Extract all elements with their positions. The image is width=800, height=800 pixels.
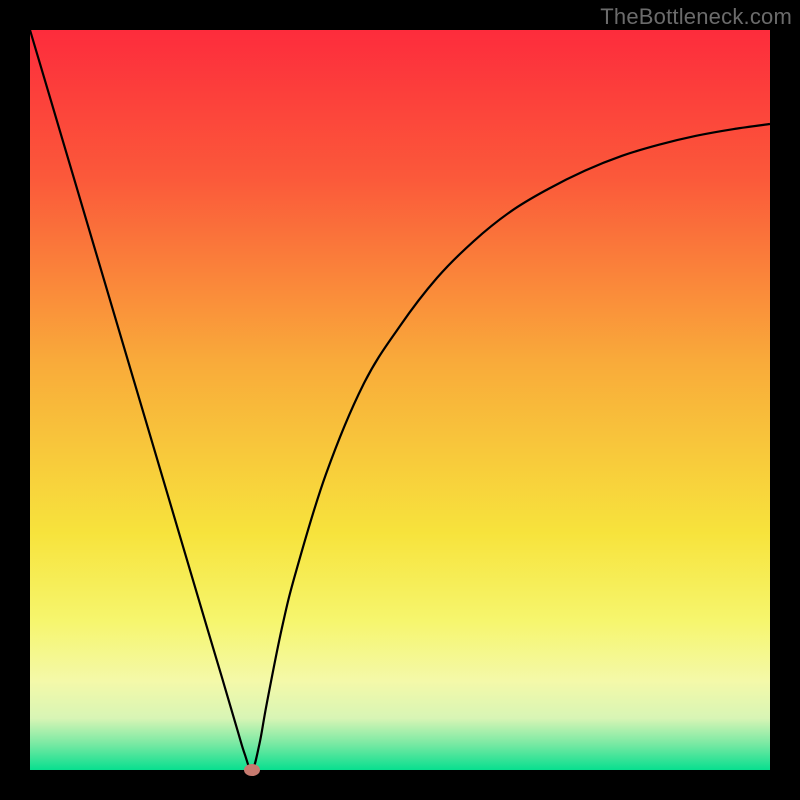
- chart-frame: TheBottleneck.com: [0, 0, 800, 800]
- bottleneck-curve: [30, 30, 770, 770]
- watermark-text: TheBottleneck.com: [600, 4, 792, 30]
- curve-layer: [30, 30, 770, 770]
- plot-area: [30, 30, 770, 770]
- optimal-point-marker: [244, 764, 260, 776]
